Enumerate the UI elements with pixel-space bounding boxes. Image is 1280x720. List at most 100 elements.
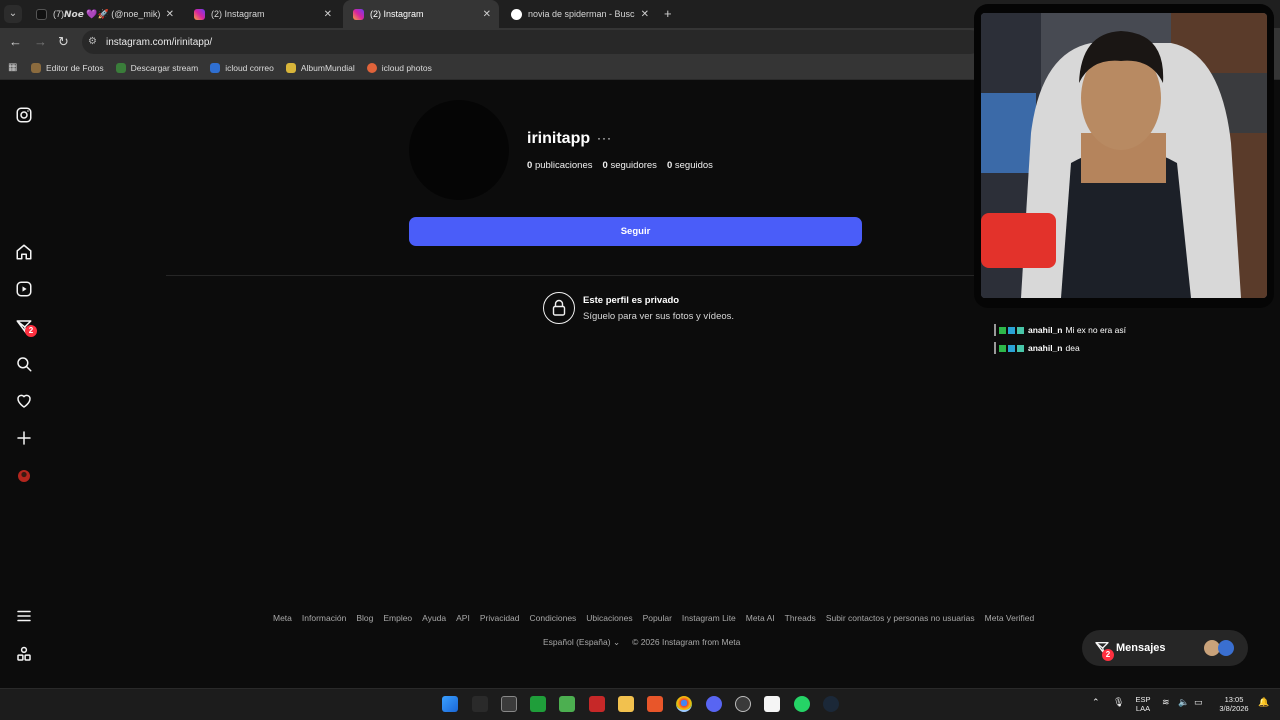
messages-pill-badge: 2 [1102,649,1114,661]
bookmark-item[interactable]: AlbumMundial [285,62,355,73]
site-info-icon[interactable]: ⚙ [88,36,100,48]
tab-google[interactable]: novia de spiderman - Buscar con Google ✕ [501,0,657,28]
bookmark-item[interactable]: icloud photos [366,62,432,73]
chat-username: anahil_n [1028,343,1063,353]
tab-title: (2) Instagram [370,9,424,19]
more-menu-icon[interactable] [15,607,33,625]
instagram-logo-icon[interactable] [15,106,33,124]
bookmark-label: AlbumMundial [300,62,355,73]
profile-avatar-icon[interactable] [15,467,33,485]
footer-links: Meta Información Blog Empleo Ayuda API P… [273,613,1034,623]
also-from-meta-icon[interactable] [15,645,33,663]
file-explorer-icon[interactable] [618,696,634,712]
profile-options-button[interactable]: ··· [597,131,612,145]
close-icon[interactable]: ✕ [483,9,491,20]
forward-button[interactable]: → [34,34,47,49]
footer-bottom: Español (España) ⌄ © 2026 Instagram from… [543,637,740,648]
steam-icon[interactable] [823,696,839,712]
search-icon[interactable] [15,355,33,373]
chevron-down-icon: ⌄ [612,637,621,647]
profile-username: irinitapp [527,130,591,147]
follow-button[interactable]: Seguir [409,217,862,246]
xbox-icon[interactable] [530,696,546,712]
volume-icon[interactable]: 🔈 [1178,698,1189,707]
widgets-icon[interactable] [472,696,488,712]
footer-link[interactable]: Instagram Lite [682,613,736,623]
capcut-icon[interactable] [764,696,780,712]
wifi-icon[interactable]: ≋ [1162,698,1170,707]
reels-icon[interactable] [15,280,33,298]
footer-link[interactable]: Threads [785,613,816,623]
store-icon[interactable] [501,696,517,712]
footer-link[interactable]: Privacidad [480,613,520,623]
chat-username: anahil_n [1028,325,1063,335]
chat-badge-icon [999,344,1006,352]
bookmark-item[interactable]: Descargar stream [115,62,198,73]
profile-stats: 0 publicaciones 0 seguidores 0 seguidos [527,160,713,171]
tab-instagram-1[interactable]: (2) Instagram ✕ [184,0,340,28]
footer-link[interactable]: Subir contactos y personas no usuarias [826,613,975,623]
bookmark-favicon [31,62,41,73]
footer-link[interactable]: Ubicaciones [586,613,632,623]
clock[interactable]: 13:05 3/8/2026 [1214,695,1254,713]
home-icon[interactable] [15,243,33,261]
footer-link[interactable]: Meta AI [746,613,775,623]
footer-link[interactable]: Información [302,613,346,623]
microphone-icon[interactable]: 🎙 [1113,698,1124,707]
tab-search-button[interactable]: ⌄ [4,5,22,23]
footer-link[interactable]: Empleo [383,613,412,623]
among-us-icon[interactable] [589,696,605,712]
tab-tiktok[interactable]: (7)𝙉𝙤𝙚 💜🚀 (@noe_mik) | TikTok ✕ [26,0,182,28]
chrome-icon[interactable] [676,696,692,712]
chat-text: Mi ex no era así [1065,325,1126,335]
tab-title: (2) Instagram [211,9,265,19]
footer-link[interactable]: Meta Verified [985,613,1035,623]
private-profile-subtitle: Síguelo para ver sus fotos y vídeos. [583,311,735,322]
google-icon [511,8,522,20]
taskbar [0,688,1280,720]
obs-icon[interactable] [735,696,751,712]
tiktok-icon [36,8,47,20]
language-select[interactable]: Español (España) ⌄ [543,637,620,648]
bookmark-item[interactable]: Editor de Fotos [31,62,104,73]
bookmark-favicon [366,62,377,73]
divider [166,275,1106,276]
address-bar[interactable]: ⚙ instagram.com/irinitapp/ [82,30,982,54]
footer-link[interactable]: Condiciones [530,613,577,623]
back-button[interactable]: ← [9,34,22,49]
lock-icon [543,292,575,324]
reload-button[interactable]: ↻ [58,34,69,50]
following-stat[interactable]: 0 seguidos [667,160,713,171]
battery-icon[interactable]: ▭ [1194,698,1203,707]
footer-link[interactable]: API [456,613,470,623]
brave-icon[interactable] [647,696,663,712]
notifications-bell-icon[interactable]: 🔔 [1258,698,1269,707]
whatsapp-icon[interactable] [794,696,810,712]
followers-stat[interactable]: 0 seguidores [603,160,657,171]
close-icon[interactable]: ✕ [641,9,649,20]
input-language[interactable]: ESP LAA [1132,695,1154,713]
minecraft-icon[interactable] [559,696,575,712]
discord-icon[interactable] [706,696,722,712]
footer-link[interactable]: Blog [356,613,373,623]
footer-link[interactable]: Meta [273,613,292,623]
new-tab-button[interactable]: + [664,6,672,21]
copyright: © 2026 Instagram from Meta [632,637,741,647]
create-plus-icon[interactable] [15,429,33,447]
chevron-up-icon[interactable]: ⌃ [1092,698,1100,707]
windows-start-icon[interactable] [442,696,458,712]
footer-link[interactable]: Ayuda [422,613,446,623]
close-icon[interactable]: ✕ [324,9,332,20]
tab-title: (7)𝙉𝙤𝙚 💜🚀 (@noe_mik) | TikTok [53,8,160,19]
posts-stat: 0 publicaciones [527,160,593,171]
url-text: instagram.com/irinitapp/ [106,36,213,48]
bookmark-item[interactable]: icloud correo [210,62,274,73]
profile-avatar[interactable] [409,100,509,200]
tab-instagram-2[interactable]: (2) Instagram ✕ [343,0,499,28]
notifications-heart-icon[interactable] [15,392,33,410]
close-icon[interactable]: ✕ [166,9,174,20]
messages-pill[interactable]: 2 Mensajes [1082,630,1248,666]
footer-link[interactable]: Popular [643,613,672,623]
instagram-icon [353,8,364,20]
apps-grid-icon[interactable]: ▦ [8,62,19,73]
